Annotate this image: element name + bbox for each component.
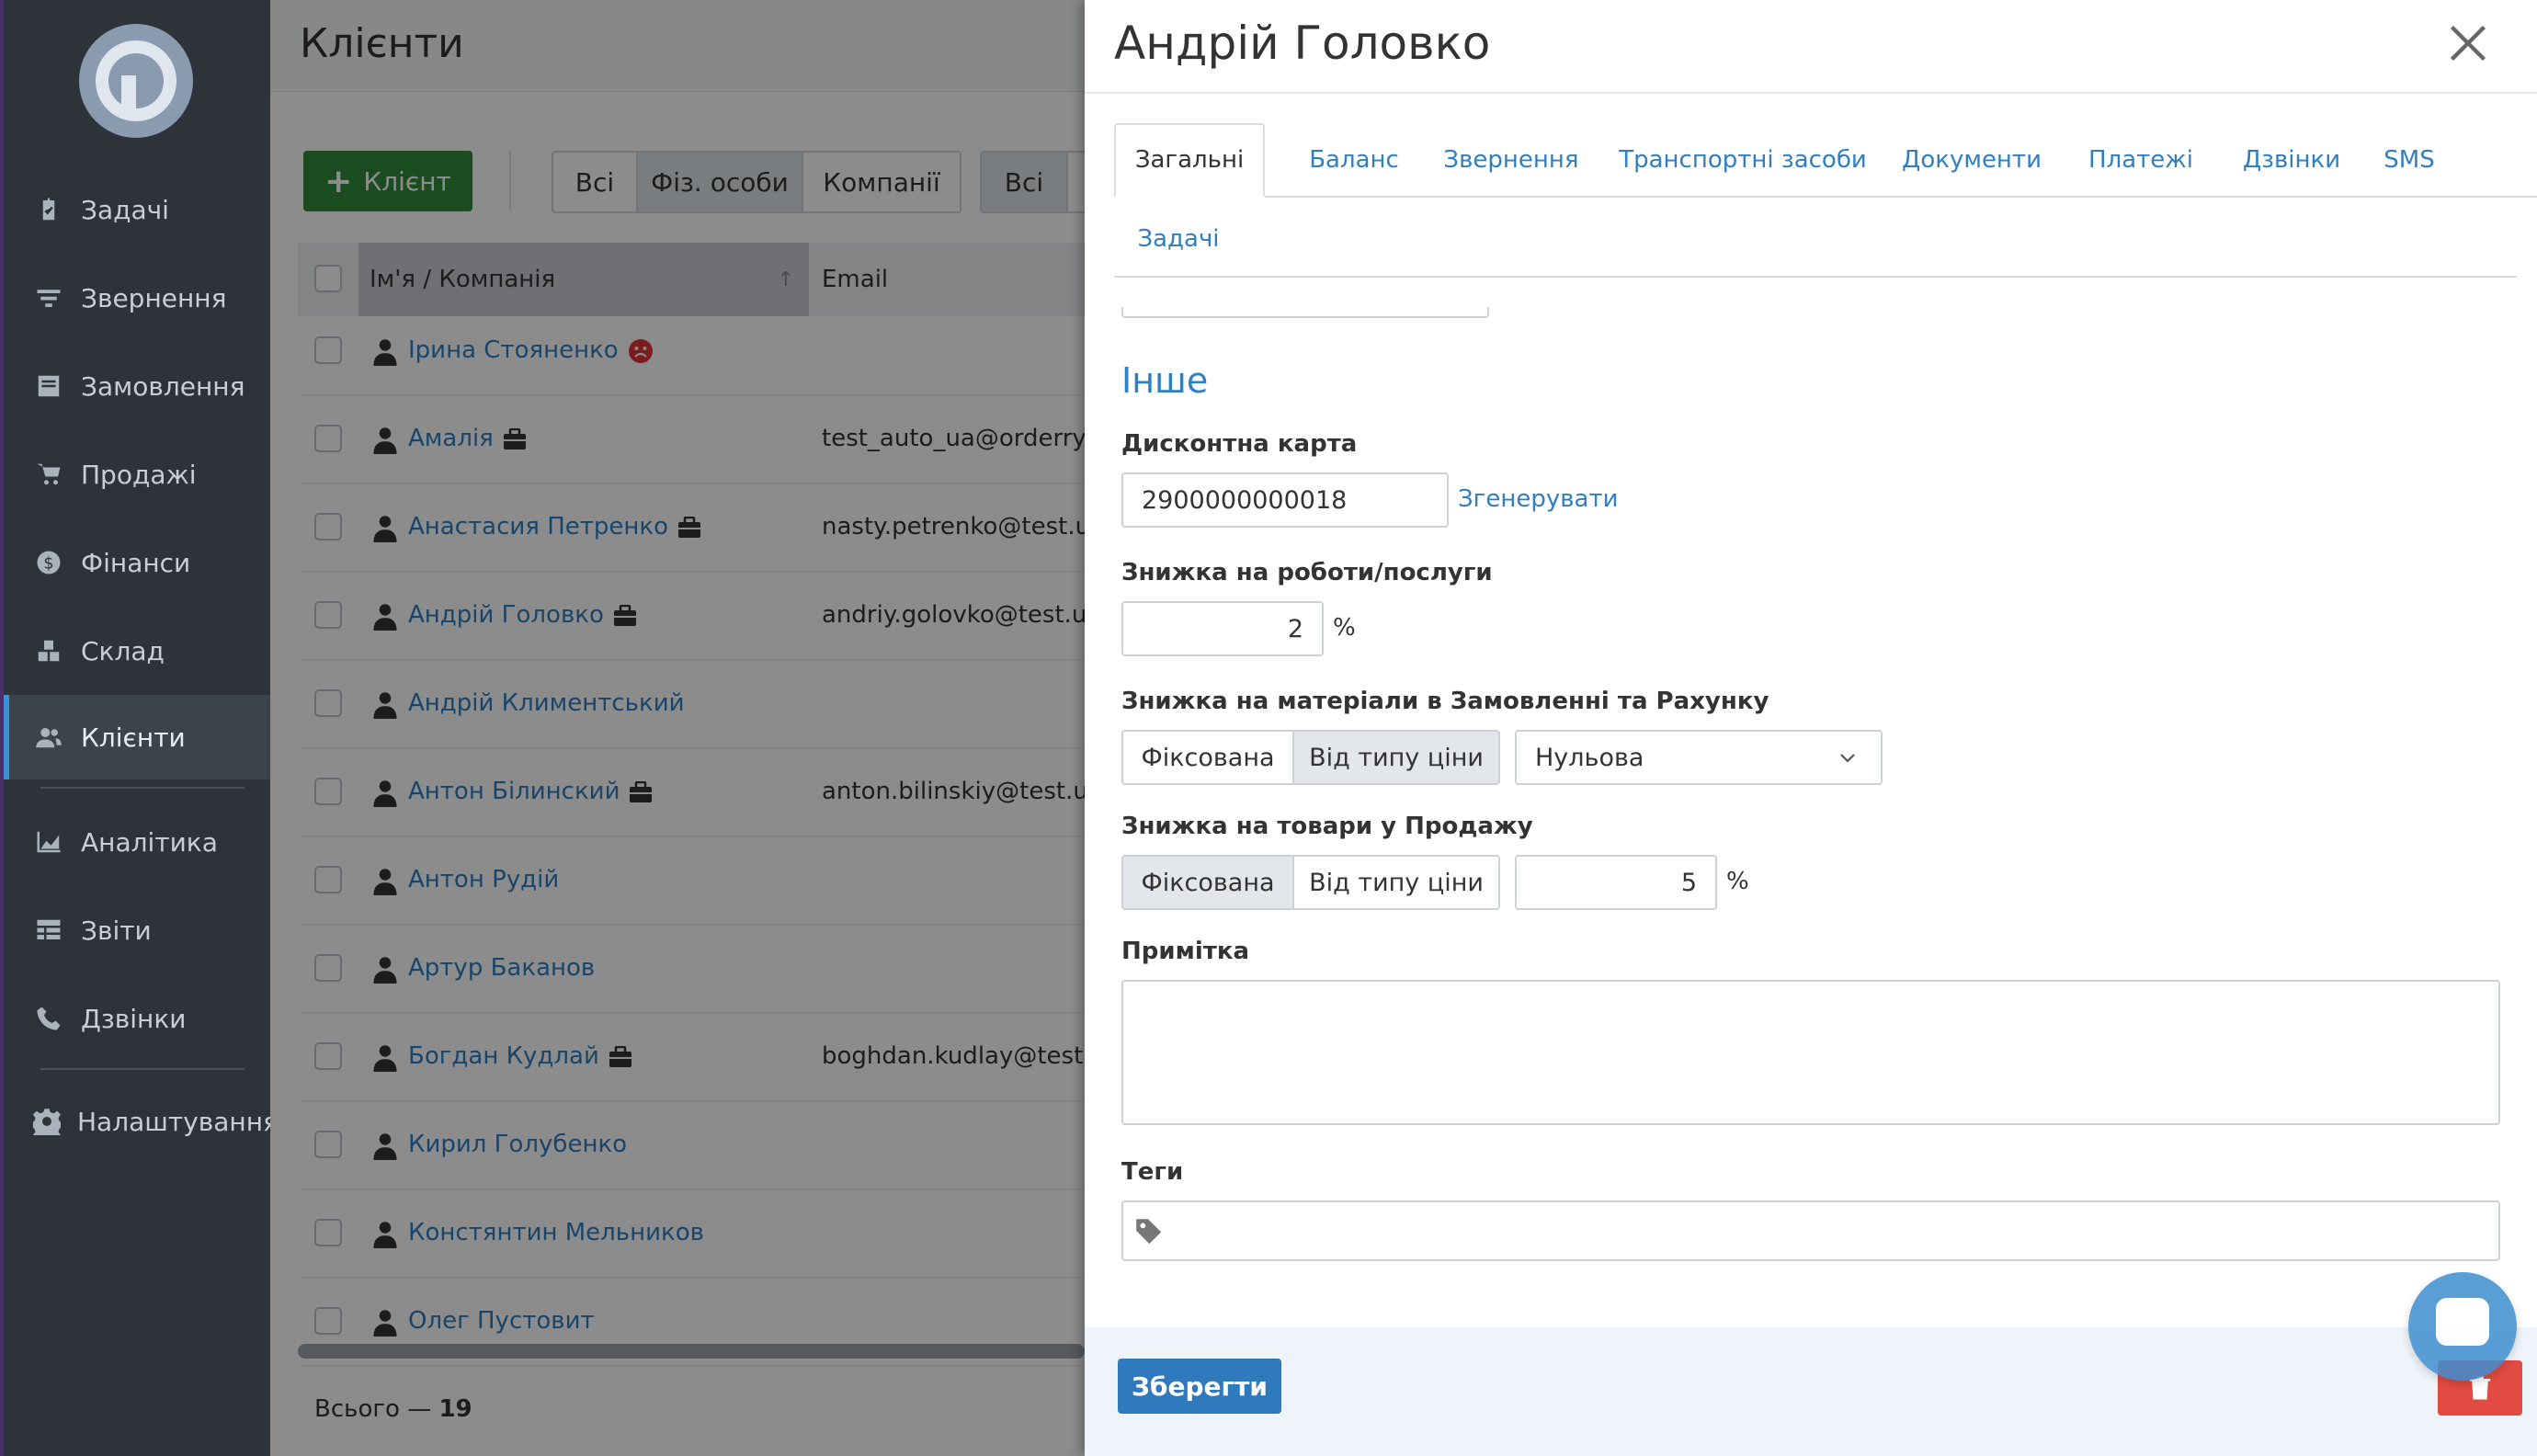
- sidebar-item-label: Задачі: [81, 194, 169, 225]
- tab-general[interactable]: Загальні: [1114, 123, 1265, 197]
- clipboard-check-icon: [33, 194, 64, 225]
- sidebar-item-label: Аналітика: [81, 826, 218, 858]
- tab-vehicles[interactable]: Транспортні засоби: [1607, 123, 1879, 197]
- svg-text:$: $: [43, 554, 53, 573]
- materials-discount-label: Знижка на матеріали в Замовленні та Раху…: [1121, 688, 1769, 715]
- modal-header-divider: [1085, 92, 2537, 94]
- table-icon: [33, 915, 64, 946]
- section-title: Інше: [1121, 360, 1209, 401]
- sidebar-item-label: Продажі: [81, 459, 197, 490]
- phone-icon: [33, 1003, 64, 1034]
- modal-footer: Зберегти: [1085, 1327, 2537, 1456]
- tag-icon: [1136, 1219, 1162, 1245]
- tags-input[interactable]: [1121, 1200, 2500, 1261]
- work-discount-input[interactable]: 2: [1121, 601, 1324, 656]
- sidebar-item-reports[interactable]: Звіти: [4, 888, 270, 973]
- previous-field-bottom: [1121, 307, 1489, 318]
- sidebar-item-finance[interactable]: $ Фінанси: [4, 520, 270, 605]
- goods-discount-unit: %: [1726, 868, 1749, 895]
- tab-sms[interactable]: SMS: [2368, 123, 2451, 197]
- work-discount-unit: %: [1333, 614, 1356, 642]
- chat-icon: [2436, 1298, 2489, 1346]
- inbox-icon: [33, 370, 64, 402]
- price-type-select[interactable]: Нульова: [1515, 730, 1883, 785]
- chat-widget-button[interactable]: [2408, 1272, 2517, 1381]
- sidebar-item-label: Звіти: [81, 915, 152, 946]
- goods-discount-label: Знижка на товари у Продажу: [1121, 813, 1533, 840]
- sidebar-item-orders[interactable]: Замовлення: [4, 344, 270, 428]
- tab-payments[interactable]: Платежі: [2066, 123, 2215, 197]
- sidebar-item-label: Фінанси: [81, 547, 191, 578]
- chevron-down-icon: [1840, 754, 1855, 763]
- tabs-divider: [1114, 276, 2517, 278]
- sidebar-item-label: Замовлення: [81, 370, 245, 402]
- tab-calls[interactable]: Дзвінки: [2221, 123, 2362, 197]
- tab-balance[interactable]: Баланс: [1285, 123, 1423, 197]
- sidebar-item-requests[interactable]: Звернення: [4, 256, 270, 340]
- close-icon: [2450, 25, 2486, 62]
- tabs-divider: [1265, 196, 2537, 198]
- discount-card-input[interactable]: 2900000000018: [1121, 472, 1449, 528]
- goods-price-type-button[interactable]: Від типу ціни: [1292, 855, 1500, 910]
- tab-requests[interactable]: Звернення: [1425, 123, 1598, 197]
- sidebar-item-label: Клієнти: [81, 722, 186, 753]
- boxes-icon: [33, 635, 64, 666]
- sidebar-item-sales[interactable]: Продажі: [4, 432, 270, 517]
- sidebar-divider: [40, 787, 245, 789]
- users-icon: [33, 722, 64, 753]
- work-discount-label: Знижка на роботи/послуги: [1121, 559, 1493, 586]
- sidebar-item-analytics[interactable]: Аналітика: [4, 800, 270, 884]
- goods-discount-input[interactable]: 5: [1515, 855, 1717, 910]
- tags-label: Теги: [1121, 1158, 1184, 1186]
- discount-card-label: Дисконтна карта: [1121, 430, 1358, 458]
- close-button[interactable]: [2445, 20, 2491, 66]
- note-textarea[interactable]: [1121, 980, 2500, 1125]
- area-chart-icon: [33, 826, 64, 858]
- materials-price-type-button[interactable]: Від типу ціни: [1292, 730, 1500, 785]
- materials-fixed-button[interactable]: Фіксована: [1121, 730, 1294, 785]
- sidebar-item-label: Дзвінки: [81, 1003, 187, 1034]
- save-button[interactable]: Зберегти: [1118, 1359, 1281, 1414]
- tab-documents[interactable]: Документи: [1883, 123, 2061, 197]
- gear-icon: [33, 1106, 61, 1137]
- generate-card-link[interactable]: Згенерувати: [1458, 485, 1619, 513]
- tab-tasks[interactable]: Задачі: [1114, 202, 1243, 276]
- modal-backdrop[interactable]: [270, 0, 1085, 1456]
- goods-fixed-button[interactable]: Фіксована: [1121, 855, 1294, 910]
- modal-title: Андрій Головко: [1114, 17, 1491, 70]
- sidebar-divider: [40, 1068, 245, 1070]
- sidebar-item-label: Звернення: [81, 282, 227, 313]
- sidebar-item-clients[interactable]: Клієнти: [4, 695, 270, 779]
- cart-icon: [33, 459, 64, 490]
- sidebar-item-warehouse[interactable]: Склад: [4, 609, 270, 693]
- note-label: Примітка: [1121, 938, 1250, 965]
- app-logo[interactable]: [79, 24, 193, 138]
- sidebar: Задачі Звернення Замовлення Продажі $ Фі…: [0, 0, 279, 1456]
- sidebar-item-tasks[interactable]: Задачі: [4, 167, 270, 252]
- dollar-circle-icon: $: [33, 547, 64, 578]
- sidebar-item-label: Налаштування: [77, 1106, 279, 1137]
- filter-icon: [33, 282, 64, 313]
- sidebar-item-label: Склад: [81, 635, 165, 666]
- client-modal: Андрій Головко Загальні Баланс Звернення…: [1085, 0, 2537, 1456]
- sidebar-item-settings[interactable]: Налаштування: [4, 1079, 279, 1164]
- sidebar-item-calls[interactable]: Дзвінки: [4, 976, 270, 1061]
